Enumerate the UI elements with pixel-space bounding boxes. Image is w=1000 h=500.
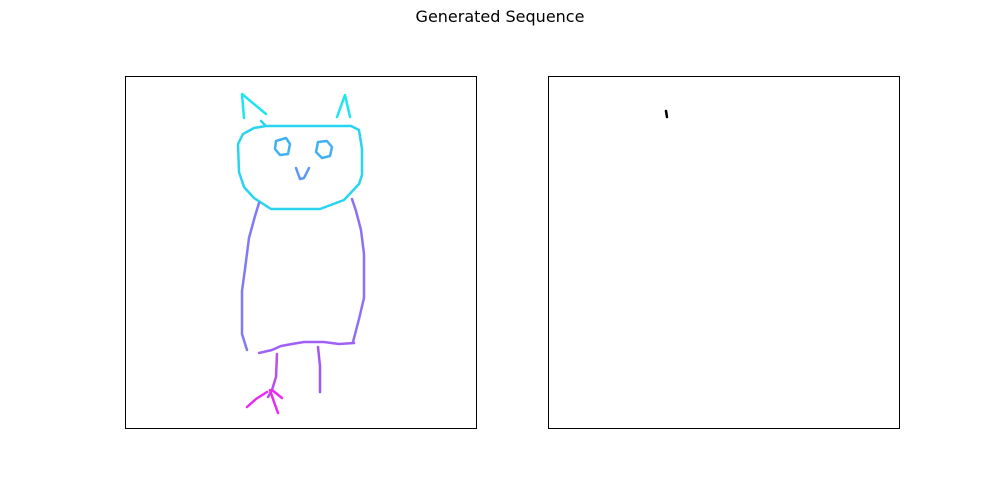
right-eye-stroke xyxy=(314,139,334,160)
body-right-stroke xyxy=(350,197,366,344)
generated-sequence-canvas xyxy=(664,109,669,119)
right-ear-stroke xyxy=(335,93,352,119)
right-leg-stroke xyxy=(316,345,322,394)
generated-sequence-panel xyxy=(548,76,900,429)
generated-stroke-stroke xyxy=(664,109,669,119)
mouth-stroke xyxy=(294,166,311,181)
body-left-stroke xyxy=(240,201,261,352)
source-drawing-canvas xyxy=(236,92,366,415)
body-bottom-stroke xyxy=(257,340,356,355)
left-foot-stroke xyxy=(245,390,269,409)
figure-title: Generated Sequence xyxy=(415,7,585,26)
head-top-stroke xyxy=(236,119,364,211)
left-eye-stroke xyxy=(273,136,292,157)
left-ear-stroke xyxy=(240,92,268,120)
source-drawing-panel xyxy=(125,76,477,429)
